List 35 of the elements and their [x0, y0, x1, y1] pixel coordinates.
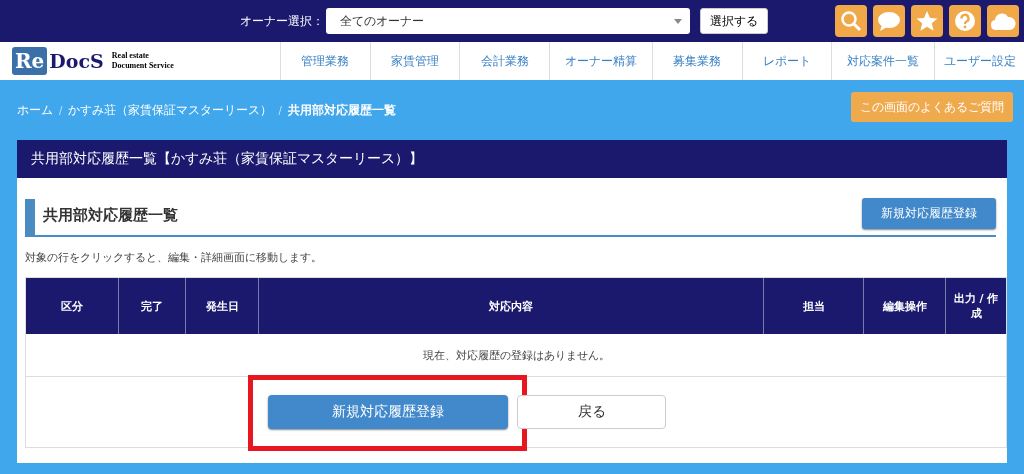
nav-item[interactable]: 会計業務: [459, 42, 549, 80]
column-header: 出力 / 作成: [945, 278, 1006, 334]
back-button[interactable]: 戻る: [517, 395, 666, 429]
nav-item[interactable]: 家賃管理: [369, 42, 460, 80]
select-button[interactable]: 選択する: [700, 8, 768, 34]
nav-item[interactable]: オーナー精算: [549, 42, 652, 80]
nav-item[interactable]: 募集業務: [652, 42, 742, 80]
nav-item[interactable]: ユーザー設定: [934, 42, 1024, 80]
breadcrumb-separator: /: [278, 104, 282, 116]
owner-label: オーナー選択：: [240, 12, 325, 30]
column-header: 完了: [118, 278, 185, 334]
empty-message: 現在、対応履歴の登録はありません。: [422, 347, 610, 363]
breadcrumb-item[interactable]: かすみ荘（家賃保証マスターリース）: [68, 101, 273, 119]
column-header: 発生日: [185, 278, 258, 334]
section-title: 共用部対応履歴一覧: [43, 206, 178, 225]
breadcrumb-item[interactable]: ホーム: [17, 101, 53, 119]
instruction-text: 対象の行をクリックすると、編集・詳細画面に移動します。: [25, 249, 323, 266]
column-header: 区分: [60, 298, 84, 315]
column-header: 編集操作: [863, 278, 945, 334]
panel-title: 共用部対応履歴一覧【かすみ荘（家賃保証マスターリース）】: [17, 140, 1007, 178]
nav-item[interactable]: 管理業務: [280, 42, 370, 80]
nav-item[interactable]: レポート: [741, 42, 832, 80]
nav-item[interactable]: 対応案件一覧: [831, 42, 935, 80]
column-header: 対応内容: [258, 278, 763, 334]
column-header: 担当: [763, 278, 863, 334]
breadcrumb-item[interactable]: 共用部対応履歴一覧: [287, 101, 396, 119]
owner-select[interactable]: 全てのオーナー: [326, 8, 690, 34]
search-icon[interactable]: [835, 5, 867, 37]
new-record-button[interactable]: 新規対応履歴登録: [862, 198, 996, 229]
register-button[interactable]: 新規対応履歴登録: [268, 395, 508, 429]
breadcrumb-separator: /: [59, 104, 63, 116]
chat-bubble-icon[interactable]: [873, 5, 905, 37]
cloud-icon[interactable]: [987, 5, 1019, 37]
caret-icon: [674, 18, 682, 24]
help-icon[interactable]: [949, 5, 981, 37]
